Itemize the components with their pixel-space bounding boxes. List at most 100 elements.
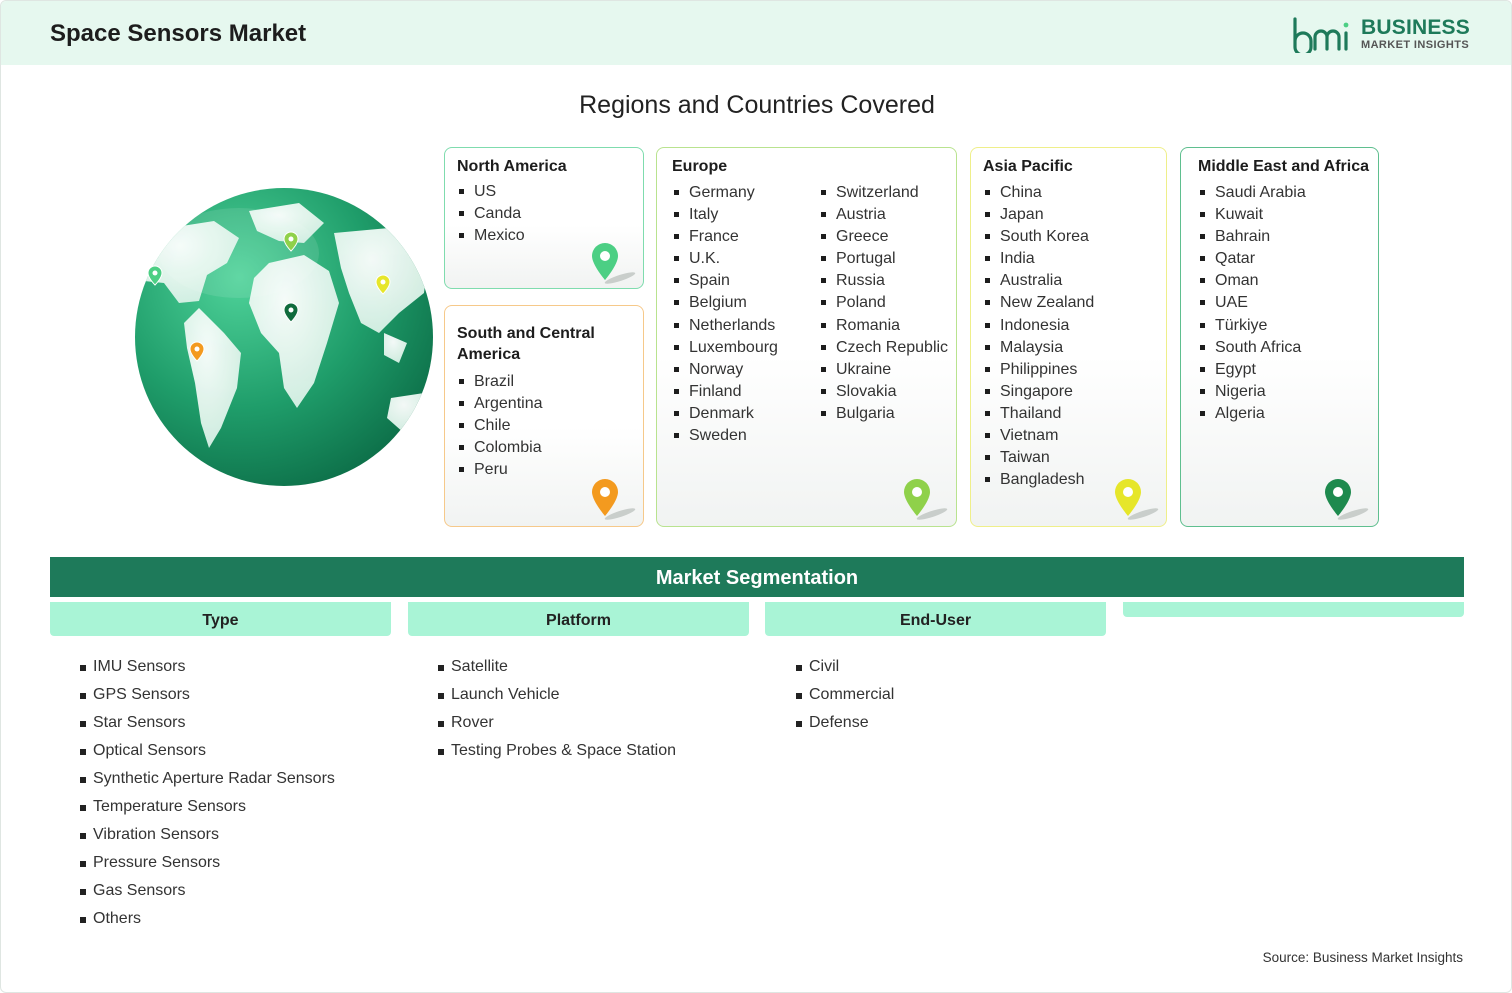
list-item: Launch Vehicle xyxy=(438,681,676,709)
list-item: Testing Probes & Space Station xyxy=(438,737,676,765)
country-item: Saudi Arabia xyxy=(1198,182,1306,204)
country-item: Singapore xyxy=(983,381,1094,403)
country-item: Norway xyxy=(672,359,778,381)
segment-list-end-user: Civil Commercial Defense xyxy=(796,653,894,737)
country-item: Denmark xyxy=(672,403,778,425)
country-item: Australia xyxy=(983,270,1094,292)
region-title: Europe xyxy=(672,158,728,175)
list-item: Star Sensors xyxy=(80,709,335,737)
country-item: South Korea xyxy=(983,226,1094,248)
country-item: Bangladesh xyxy=(983,469,1094,491)
segment-list-type: IMU Sensors GPS Sensors Star Sensors Opt… xyxy=(80,653,335,933)
country-item: Philippines xyxy=(983,359,1094,381)
country-item: Ukraine xyxy=(819,359,948,381)
regions-title: Regions and Countries Covered xyxy=(579,91,935,119)
list-item: Defense xyxy=(796,709,894,737)
country-item: India xyxy=(983,248,1094,270)
country-item: Slovakia xyxy=(819,381,948,403)
country-item: Oman xyxy=(1198,270,1306,292)
country-item: Greece xyxy=(819,226,948,248)
country-item: Mexico xyxy=(457,225,525,247)
country-item: UAE xyxy=(1198,292,1306,314)
region-title: Middle East and Africa xyxy=(1198,158,1369,175)
country-item: South Africa xyxy=(1198,337,1306,359)
country-list: China Japan South Korea India Australia … xyxy=(983,182,1094,491)
country-item: Türkiye xyxy=(1198,315,1306,337)
country-item: Czech Republic xyxy=(819,337,948,359)
country-item: Colombia xyxy=(457,437,543,459)
logo-tagline: MARKET INSIGHTS xyxy=(1361,39,1470,51)
region-card-middle-east-africa: Middle East and Africa Saudi Arabia Kuwa… xyxy=(1180,147,1379,527)
segment-header-platform: Platform xyxy=(408,602,749,636)
map-pin-icon xyxy=(592,243,636,284)
country-item: China xyxy=(983,182,1094,204)
page-title: Space Sensors Market xyxy=(50,20,307,47)
country-list-col2: Switzerland Austria Greece Portugal Russ… xyxy=(819,182,948,425)
country-item: Poland xyxy=(819,292,948,314)
list-item: Pressure Sensors xyxy=(80,849,335,877)
country-item: Kuwait xyxy=(1198,204,1306,226)
region-card-north-america: North America US Canda Mexico xyxy=(444,147,644,289)
segment-header-empty xyxy=(1123,602,1464,617)
list-item: Vibration Sensors xyxy=(80,821,335,849)
segment-header-type: Type xyxy=(50,602,391,636)
list-item: Others xyxy=(80,905,335,933)
globe-icon xyxy=(135,188,433,486)
list-item: Temperature Sensors xyxy=(80,793,335,821)
country-item: Indonesia xyxy=(983,315,1094,337)
country-item: Belgium xyxy=(672,292,778,314)
bmi-logo-icon xyxy=(1293,17,1349,53)
country-item: Bulgaria xyxy=(819,403,948,425)
country-item: Canda xyxy=(457,203,525,225)
country-item: Italy xyxy=(672,204,778,226)
map-pin-icon xyxy=(1115,479,1159,520)
country-item: Bahrain xyxy=(1198,226,1306,248)
country-item: Peru xyxy=(457,459,543,481)
header-bar: Space Sensors Market BUSINESS MARKET INS… xyxy=(1,1,1511,65)
country-item: US xyxy=(457,181,525,203)
country-item: Brazil xyxy=(457,371,543,393)
country-item: Nigeria xyxy=(1198,381,1306,403)
country-list-col1: Germany Italy France U.K. Spain Belgium … xyxy=(672,182,778,447)
country-item: Germany xyxy=(672,182,778,204)
map-pin-icon xyxy=(1325,479,1369,520)
list-item: GPS Sensors xyxy=(80,681,335,709)
list-item: Rover xyxy=(438,709,676,737)
source-note: Source: Business Market Insights xyxy=(1262,950,1463,965)
country-item: U.K. xyxy=(672,248,778,270)
region-card-asia-pacific: Asia Pacific China Japan South Korea Ind… xyxy=(970,147,1167,527)
country-item: Egypt xyxy=(1198,359,1306,381)
list-item: Gas Sensors xyxy=(80,877,335,905)
country-list: US Canda Mexico xyxy=(457,181,525,247)
list-item: Optical Sensors xyxy=(80,737,335,765)
country-item: Sweden xyxy=(672,425,778,447)
country-list: Brazil Argentina Chile Colombia Peru xyxy=(457,371,543,481)
region-title: North America xyxy=(457,158,567,175)
country-item: Finland xyxy=(672,381,778,403)
list-item: Satellite xyxy=(438,653,676,681)
country-item: Argentina xyxy=(457,393,543,415)
country-item: Japan xyxy=(983,204,1094,226)
brand-logo: BUSINESS MARKET INSIGHTS xyxy=(1291,15,1471,55)
country-item: Switzerland xyxy=(819,182,948,204)
country-item: Luxembourg xyxy=(672,337,778,359)
country-item: Taiwan xyxy=(983,447,1094,469)
country-item: Russia xyxy=(819,270,948,292)
country-item: Netherlands xyxy=(672,315,778,337)
country-item: Chile xyxy=(457,415,543,437)
region-card-europe: Europe Germany Italy France U.K. Spain B… xyxy=(656,147,957,527)
region-card-south-central-america: South and Central America Brazil Argenti… xyxy=(444,305,644,527)
country-item: Spain xyxy=(672,270,778,292)
country-item: France xyxy=(672,226,778,248)
country-item: Romania xyxy=(819,315,948,337)
logo-wordmark: BUSINESS xyxy=(1361,16,1470,39)
region-title: Asia Pacific xyxy=(983,158,1073,175)
segment-list-platform: Satellite Launch Vehicle Rover Testing P… xyxy=(438,653,676,765)
infographic-frame: Space Sensors Market BUSINESS MARKET INS… xyxy=(0,0,1512,993)
country-item: Malaysia xyxy=(983,337,1094,359)
list-item: Synthetic Aperture Radar Sensors xyxy=(80,765,335,793)
region-title: South and Central America xyxy=(457,325,595,363)
country-item: New Zealand xyxy=(983,292,1094,314)
map-pin-icon xyxy=(904,479,948,520)
list-item: Commercial xyxy=(796,681,894,709)
